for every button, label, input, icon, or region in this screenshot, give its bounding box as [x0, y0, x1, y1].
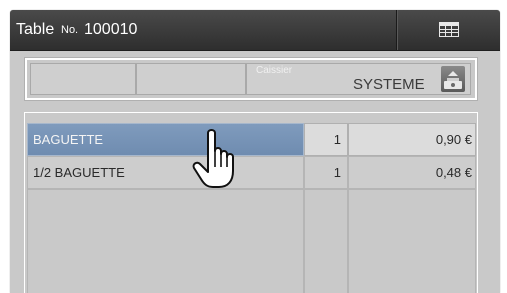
- grid-icon: [439, 22, 459, 37]
- item-name: BAGUETTE: [27, 123, 304, 156]
- order-items-table: BAGUETTE 1 0,90 € 1/2 BAGUETTE 1 0,48 €: [24, 112, 478, 293]
- empty-price-column: [348, 189, 476, 293]
- info-cell-1: [30, 63, 136, 95]
- item-price: 0,90 €: [348, 123, 476, 156]
- item-name: 1/2 BAGUETTE: [27, 156, 304, 189]
- table-row[interactable]: BAGUETTE 1 0,90 €: [27, 123, 476, 156]
- title-divider: [396, 10, 397, 50]
- table-label: Table: [16, 21, 55, 38]
- cashier-cell: Caissier SYSTEME: [246, 63, 471, 95]
- empty-name-column: [27, 189, 304, 293]
- info-cell-2: [136, 63, 246, 95]
- item-quantity: 1: [304, 123, 348, 156]
- table-number[interactable]: 100010: [84, 21, 137, 39]
- table-grid-button[interactable]: [398, 10, 500, 50]
- order-window: Table No. 100010 Caissier SYSTEME BAGUET…: [10, 10, 500, 293]
- empty-rows: [27, 189, 476, 293]
- table-number-prefix: No.: [61, 24, 79, 36]
- item-price: 0,48 €: [348, 156, 476, 189]
- title-bar: Table No. 100010: [10, 10, 500, 51]
- item-quantity: 1: [304, 156, 348, 189]
- operator-name: SYSTEME: [353, 76, 425, 93]
- empty-qty-column: [304, 189, 348, 293]
- info-panel: Caissier SYSTEME: [24, 57, 478, 101]
- cashier-label: Caissier: [256, 65, 293, 76]
- table-row[interactable]: 1/2 BAGUETTE 1 0,48 €: [27, 156, 476, 189]
- cash-register-icon[interactable]: [441, 66, 465, 92]
